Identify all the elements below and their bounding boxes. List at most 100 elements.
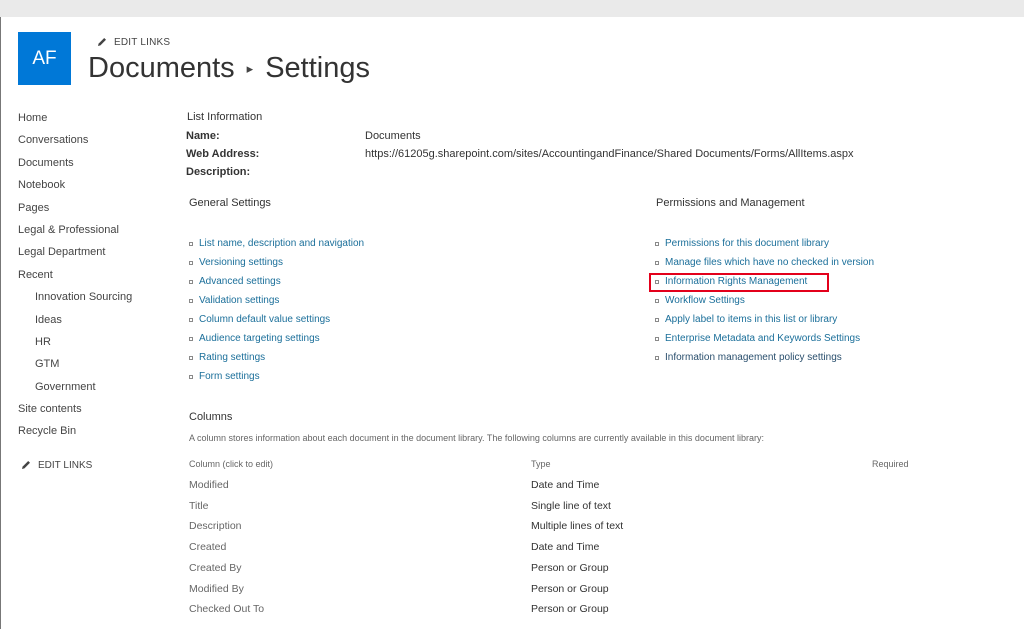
- web-address-label: Web Address:: [186, 148, 260, 160]
- edit-links-top[interactable]: EDIT LINKS: [96, 36, 170, 48]
- column-header-name: Column (click to edit): [189, 459, 274, 469]
- link-label: Manage files which have no checked in ve…: [665, 257, 875, 268]
- link-label: Information management policy settings: [665, 352, 842, 363]
- bullet-icon: [189, 317, 193, 322]
- nav-item-innovation-sourcing[interactable]: Innovation Sourcing: [18, 289, 168, 311]
- column-link[interactable]: Created: [189, 541, 226, 553]
- nav-item-ideas[interactable]: Ideas: [18, 312, 168, 334]
- link-enterprise-metadata-keywords[interactable]: Enterprise Metadata and Keywords Setting…: [655, 333, 860, 344]
- edit-links-label: EDIT LINKS: [38, 459, 93, 471]
- nav-item-pages[interactable]: Pages: [18, 200, 168, 222]
- column-type: Date and Time: [531, 541, 600, 553]
- column-link[interactable]: Modified By: [189, 583, 244, 595]
- link-label: Validation settings: [199, 295, 280, 306]
- column-link[interactable]: Created By: [189, 562, 242, 574]
- bullet-icon: [189, 241, 193, 246]
- nav-item-gtm[interactable]: GTM: [18, 356, 168, 378]
- site-logo-text: AF: [32, 47, 57, 69]
- link-apply-label[interactable]: Apply label to items in this list or lib…: [655, 314, 837, 325]
- link-label: Rating settings: [199, 352, 266, 363]
- column-link[interactable]: Title: [189, 500, 208, 512]
- link-workflow-settings[interactable]: Workflow Settings: [655, 295, 745, 306]
- link-advanced-settings[interactable]: Advanced settings: [189, 276, 281, 287]
- columns-heading: Columns: [189, 411, 233, 423]
- window-left-edge: [0, 17, 1, 629]
- nav-item-government[interactable]: Government: [18, 379, 168, 401]
- link-label: Versioning settings: [199, 257, 283, 268]
- bullet-icon: [189, 279, 193, 284]
- nav-item-site-contents[interactable]: Site contents: [18, 401, 168, 423]
- bullet-icon: [189, 374, 193, 379]
- breadcrumb-settings: Settings: [265, 52, 370, 84]
- bullet-icon: [655, 241, 659, 246]
- link-rating-settings[interactable]: Rating settings: [189, 352, 265, 363]
- nav-item-documents[interactable]: Documents: [18, 155, 168, 177]
- bullet-icon: [189, 298, 193, 303]
- bullet-icon: [655, 317, 659, 322]
- breadcrumb-documents[interactable]: Documents: [88, 52, 235, 85]
- link-label: Advanced settings: [199, 276, 281, 287]
- column-link[interactable]: Modified: [189, 479, 229, 491]
- nav-item-legal-professional[interactable]: Legal & Professional: [18, 222, 168, 244]
- description-label: Description:: [186, 166, 251, 178]
- link-label: Enterprise Metadata and Keywords Setting…: [665, 333, 861, 344]
- nav-item-conversations[interactable]: Conversations: [18, 132, 168, 154]
- bullet-icon: [189, 355, 193, 360]
- column-type: Single line of text: [531, 500, 611, 512]
- column-link[interactable]: Checked Out To: [189, 603, 264, 615]
- name-label: Name:: [186, 130, 220, 142]
- list-information-heading: List Information: [187, 111, 263, 123]
- column-type: Person or Group: [531, 583, 609, 595]
- link-form-settings[interactable]: Form settings: [189, 371, 260, 382]
- breadcrumb-separator-icon: ▸: [246, 60, 254, 76]
- link-label: List name, description and navigation: [199, 238, 365, 249]
- pencil-icon: [98, 38, 106, 46]
- nav-item-recent: Recent: [18, 268, 53, 281]
- permissions-management-heading: Permissions and Management: [656, 197, 805, 209]
- quick-launch-nav: Home Conversations Documents Notebook Pa…: [18, 110, 168, 446]
- link-list-name-description-navigation[interactable]: List name, description and navigation: [189, 238, 364, 249]
- link-manage-files-no-checked-in-version[interactable]: Manage files which have no checked in ve…: [655, 257, 874, 268]
- column-type: Date and Time: [531, 479, 600, 491]
- bullet-icon: [655, 336, 659, 341]
- column-link[interactable]: Description: [189, 520, 242, 532]
- link-label: Permissions for this document library: [665, 238, 829, 249]
- bullet-icon: [655, 298, 659, 303]
- columns-description: A column stores information about each d…: [189, 433, 764, 443]
- pencil-icon: [22, 461, 30, 469]
- link-label: Apply label to items in this list or lib…: [665, 314, 838, 325]
- link-validation-settings[interactable]: Validation settings: [189, 295, 279, 306]
- site-logo-tile[interactable]: AF: [18, 32, 71, 85]
- nav-item-recycle-bin[interactable]: Recycle Bin: [18, 423, 168, 445]
- general-settings-heading: General Settings: [189, 197, 271, 209]
- link-label: Column default value settings: [199, 314, 331, 325]
- edit-links-nav[interactable]: EDIT LINKS: [20, 459, 92, 471]
- bullet-icon: [655, 260, 659, 265]
- column-type: Person or Group: [531, 562, 609, 574]
- link-column-default-value-settings[interactable]: Column default value settings: [189, 314, 330, 325]
- highlight-box: [649, 273, 829, 292]
- column-type: Multiple lines of text: [531, 520, 624, 532]
- name-value: Documents: [365, 130, 421, 142]
- bullet-icon: [655, 355, 659, 360]
- link-label: Workflow Settings: [665, 295, 745, 306]
- link-information-management-policy[interactable]: Information management policy settings: [655, 352, 842, 363]
- top-bar: [0, 0, 1024, 17]
- web-address-value: https://61205g.sharepoint.com/sites/Acco…: [365, 148, 854, 160]
- nav-item-hr[interactable]: HR: [18, 334, 168, 356]
- nav-item-legal-department[interactable]: Legal Department: [18, 244, 168, 266]
- page-title: Documents ▸ Settings: [88, 52, 370, 85]
- column-header-type: Type: [531, 459, 551, 469]
- nav-item-home[interactable]: Home: [18, 110, 168, 132]
- link-label: Form settings: [199, 371, 260, 382]
- bullet-icon: [189, 336, 193, 341]
- column-header-required: Required: [872, 459, 909, 469]
- link-audience-targeting-settings[interactable]: Audience targeting settings: [189, 333, 320, 344]
- bullet-icon: [189, 260, 193, 265]
- link-permissions-document-library[interactable]: Permissions for this document library: [655, 238, 829, 249]
- nav-item-notebook[interactable]: Notebook: [18, 177, 168, 199]
- column-type: Person or Group: [531, 603, 609, 615]
- edit-links-label: EDIT LINKS: [114, 36, 171, 48]
- link-label: Audience targeting settings: [199, 333, 320, 344]
- link-versioning-settings[interactable]: Versioning settings: [189, 257, 283, 268]
